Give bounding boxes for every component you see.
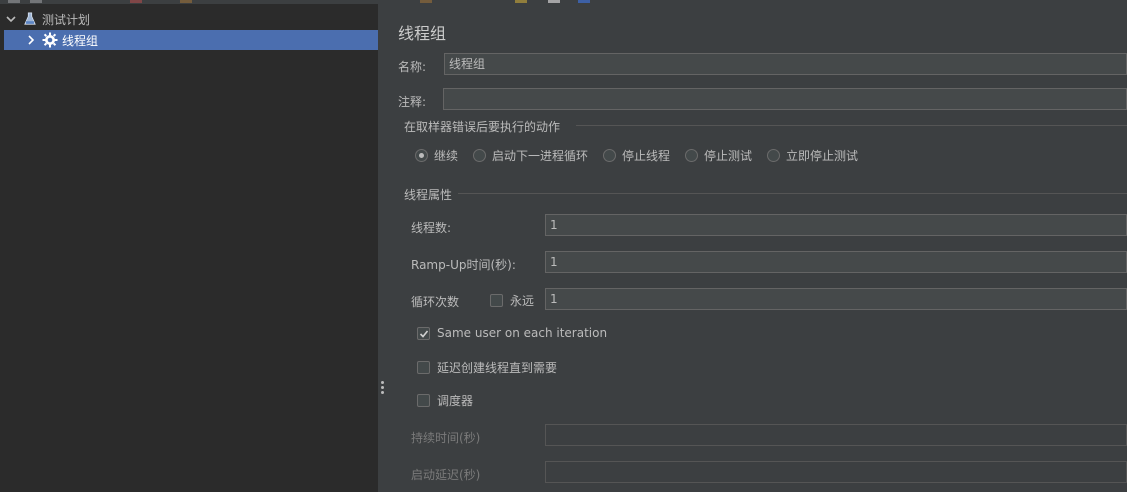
delay-create-checkbox[interactable]: 延迟创建线程直到需要 bbox=[417, 359, 557, 376]
toolbar-icon[interactable] bbox=[548, 0, 560, 3]
checkbox-label: 调度器 bbox=[437, 394, 474, 408]
radio-label: 停止线程 bbox=[622, 149, 671, 163]
radio-stop-test[interactable]: 停止测试 bbox=[685, 147, 752, 164]
radio-label: 停止测试 bbox=[704, 149, 753, 163]
checkbox-icon[interactable] bbox=[490, 294, 503, 307]
group-divider bbox=[458, 193, 1127, 194]
loop-count-label: 循环次数 bbox=[411, 295, 460, 309]
toolbar-icon[interactable] bbox=[8, 0, 20, 3]
comment-label: 注释: bbox=[398, 95, 427, 109]
on-error-heading: 在取样器错误后要执行的动作 bbox=[404, 120, 561, 134]
thread-props-heading: 线程属性 bbox=[404, 188, 453, 202]
test-plan-tree: 测试计划 线程组 bbox=[0, 4, 379, 492]
tree-item-thread-group[interactable]: 线程组 bbox=[4, 30, 378, 50]
checkbox-label: Same user on each iteration bbox=[437, 326, 608, 340]
tree-item-test-plan[interactable]: 测试计划 bbox=[4, 9, 90, 29]
same-user-checkbox[interactable]: Same user on each iteration bbox=[417, 326, 607, 340]
panel-splitter[interactable] bbox=[378, 4, 386, 492]
checkbox-label: 延迟创建线程直到需要 bbox=[437, 361, 558, 375]
name-field[interactable]: 线程组 bbox=[444, 53, 1127, 75]
flask-icon bbox=[22, 11, 38, 27]
chevron-down-icon[interactable] bbox=[4, 12, 18, 26]
toolbar-icon[interactable] bbox=[180, 0, 192, 3]
splitter-grip-icon[interactable] bbox=[381, 381, 384, 396]
toolbar-icon[interactable] bbox=[578, 0, 590, 3]
toolbar-icon[interactable] bbox=[420, 0, 432, 3]
name-label: 名称: bbox=[398, 60, 427, 74]
chevron-right-icon[interactable] bbox=[24, 33, 38, 47]
radio-label: 启动下一进程循环 bbox=[492, 149, 589, 163]
radio-label: 立即停止测试 bbox=[786, 149, 859, 163]
rampup-input[interactable]: 1 bbox=[545, 251, 1127, 273]
thread-group-editor: 线程组 名称: 线程组 注释: 在取样器错误后要执行的动作 继续 启动下一进程循… bbox=[386, 4, 1127, 492]
toolbar-icon[interactable] bbox=[30, 0, 42, 3]
toolbar-icon[interactable] bbox=[130, 0, 142, 3]
tree-item-label: 测试计划 bbox=[42, 12, 91, 27]
scheduler-checkbox[interactable]: 调度器 bbox=[417, 392, 473, 409]
startup-delay-label: 启动延迟(秒) bbox=[411, 468, 481, 482]
radio-start-next-loop[interactable]: 启动下一进程循环 bbox=[473, 147, 588, 164]
threads-input[interactable]: 1 bbox=[545, 214, 1127, 236]
startup-delay-input[interactable] bbox=[545, 461, 1127, 483]
toolbar-icon[interactable] bbox=[515, 0, 527, 3]
radio-stop-thread[interactable]: 停止线程 bbox=[603, 147, 670, 164]
checkbox-label: 永远 bbox=[510, 294, 535, 308]
comment-field[interactable] bbox=[443, 88, 1127, 110]
forever-checkbox[interactable]: 永远 bbox=[490, 292, 534, 309]
radio-icon[interactable] bbox=[473, 149, 486, 162]
rampup-label: Ramp-Up时间(秒): bbox=[411, 258, 516, 272]
checkbox-checked-icon[interactable] bbox=[417, 326, 430, 340]
checkbox-icon[interactable] bbox=[417, 361, 430, 374]
page-title: 线程组 bbox=[398, 24, 447, 43]
duration-input[interactable] bbox=[545, 424, 1127, 446]
threads-label: 线程数: bbox=[411, 221, 452, 235]
tree-item-label: 线程组 bbox=[62, 33, 99, 48]
radio-icon[interactable] bbox=[685, 149, 698, 162]
gear-icon bbox=[42, 32, 58, 48]
duration-label: 持续时间(秒) bbox=[411, 431, 481, 445]
radio-stop-test-now[interactable]: 立即停止测试 bbox=[767, 147, 858, 164]
checkbox-icon[interactable] bbox=[417, 394, 430, 407]
radio-icon[interactable] bbox=[603, 149, 616, 162]
radio-continue[interactable]: 继续 bbox=[415, 147, 458, 164]
radio-selected-icon[interactable] bbox=[415, 149, 428, 162]
group-divider bbox=[576, 125, 1127, 126]
radio-label: 继续 bbox=[434, 149, 459, 163]
radio-icon[interactable] bbox=[767, 149, 780, 162]
loop-count-input[interactable]: 1 bbox=[545, 288, 1127, 310]
